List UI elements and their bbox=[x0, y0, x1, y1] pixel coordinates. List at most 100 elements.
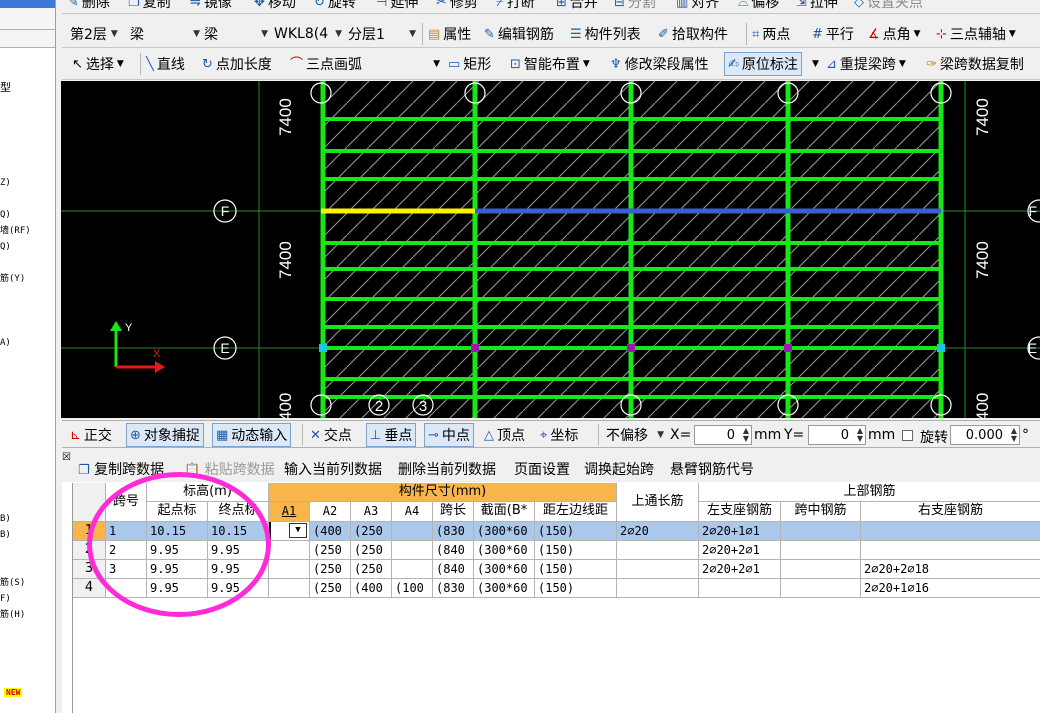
stretch-button[interactable]: ⇲ 拉伸 bbox=[796, 0, 838, 11]
x-coordinate-input[interactable]: 0 ▲ ▼ bbox=[694, 425, 752, 445]
merge-button[interactable]: ⊞ 合并 bbox=[556, 0, 598, 11]
table-cell-a4[interactable] bbox=[392, 541, 433, 560]
type-select-2[interactable]: 梁 ▼ bbox=[204, 23, 268, 45]
table-cell-len[interactable]: (840 bbox=[433, 541, 474, 560]
cantilever-code-button[interactable]: 悬臂钢筋代号 bbox=[670, 459, 754, 479]
tree-item[interactable]: A) bbox=[0, 338, 11, 349]
table-cell-section[interactable]: (300*60 bbox=[474, 522, 535, 541]
table-cell-len[interactable]: (830 bbox=[433, 579, 474, 598]
table-cell-a1[interactable] bbox=[269, 541, 310, 560]
table-cell-right[interactable]: 2⌀20+2⌀18 bbox=[861, 560, 1040, 579]
table-cell-mid[interactable] bbox=[781, 522, 861, 541]
row-header[interactable]: 4 bbox=[73, 579, 106, 598]
table-cell-end[interactable]: 9.95 bbox=[208, 579, 269, 598]
three-point-axis-button[interactable]: ⊹ 三点辅轴 ▼ bbox=[936, 22, 1016, 46]
tree-item[interactable]: B) bbox=[0, 530, 11, 541]
table-cell-span[interactable] bbox=[106, 579, 147, 598]
floor-select[interactable]: 第2层 ▼ bbox=[70, 23, 118, 45]
copy-span-button[interactable]: ❐ 复制跨数据 bbox=[78, 459, 164, 479]
break-button[interactable]: ⌿ 打断 bbox=[496, 0, 535, 11]
cad-drawing[interactable]: 7400 7400 7400 7400 400 400 F E F E 2 3 … bbox=[61, 81, 1040, 418]
table-cell-start[interactable]: 10.15 bbox=[147, 522, 208, 541]
table-cell-a2[interactable]: (250 bbox=[310, 560, 351, 579]
spin-icon[interactable]: ▲ ▼ bbox=[857, 427, 863, 443]
align-button[interactable]: ▥ 对齐 bbox=[676, 0, 719, 11]
rotate-checkbox[interactable] bbox=[902, 430, 913, 441]
paste-span-button[interactable]: 📋 粘贴跨数据 bbox=[184, 459, 275, 479]
table-cell-through[interactable] bbox=[617, 541, 699, 560]
input-column-button[interactable]: 输入当前列数据 bbox=[284, 459, 382, 479]
panel-close-icon[interactable]: ☒ bbox=[62, 452, 71, 463]
table-cell-a2[interactable]: (400 bbox=[310, 522, 351, 541]
tree-item[interactable]: Z) bbox=[0, 178, 11, 189]
table-cell-edge[interactable]: (150) bbox=[535, 560, 617, 579]
point-angle-button[interactable]: ∡ 点角 ▼ bbox=[868, 22, 921, 46]
tree-item[interactable]: 筋(Y) bbox=[0, 274, 25, 285]
row-header[interactable]: 3 bbox=[73, 560, 106, 579]
page-setup-button[interactable]: 页面设置 bbox=[514, 459, 570, 479]
table-cell-section[interactable]: (300*60 bbox=[474, 579, 535, 598]
coordinate-snap[interactable]: ⌖ 坐标 bbox=[540, 423, 578, 447]
annotation-dropdown[interactable]: ▼ bbox=[812, 52, 819, 76]
table-cell-span[interactable]: 2 bbox=[106, 541, 147, 560]
swap-start-button[interactable]: 调换起始跨 bbox=[584, 459, 654, 479]
table-cell-section[interactable]: (300*60 bbox=[474, 541, 535, 560]
table-cell-a3[interactable]: (250 bbox=[351, 522, 392, 541]
delete-button[interactable]: ✎ 删除 bbox=[68, 0, 110, 11]
table-cell-a1[interactable]: ▼ bbox=[269, 522, 310, 541]
span-data-copy-button[interactable]: ✑ 梁跨数据复制 bbox=[926, 52, 1024, 76]
span-data-grid[interactable]: 跨号 标高(m) 构件尺寸(mm) 上通长筋 上部钢筋 起点标 终点标 A1 A… bbox=[72, 483, 1040, 713]
tree-item[interactable]: Q) bbox=[0, 210, 11, 221]
split-button[interactable]: ⊟ 分割 bbox=[614, 0, 656, 11]
spin-icon[interactable]: ▲ ▼ bbox=[1011, 427, 1017, 443]
pick-component-button[interactable]: ✐ 拾取构件 bbox=[658, 22, 728, 46]
table-cell-left[interactable] bbox=[699, 579, 781, 598]
table-cell-span[interactable]: 3 bbox=[106, 560, 147, 579]
tree-item[interactable]: 筋(S) bbox=[0, 578, 25, 589]
select-button[interactable]: ↖ 选择 ▼ bbox=[72, 52, 124, 76]
table-cell-len[interactable]: (840 bbox=[433, 560, 474, 579]
header-a1[interactable]: A1 bbox=[269, 502, 310, 522]
table-cell-left[interactable]: 2⌀20+2⌀1 bbox=[699, 541, 781, 560]
perpendicular-snap[interactable]: ⊥ 垂点 bbox=[366, 423, 417, 447]
dynamic-input-toggle[interactable]: ▦ 动态输入 bbox=[212, 423, 292, 447]
mirror-button[interactable]: ⇋ 镜像 bbox=[190, 0, 232, 11]
table-cell-right[interactable] bbox=[861, 541, 1040, 560]
table-cell-right[interactable] bbox=[861, 522, 1040, 541]
cad-canvas[interactable]: 7400 7400 7400 7400 400 400 F E F E 2 3 … bbox=[61, 81, 1040, 418]
table-cell-a1[interactable] bbox=[269, 579, 310, 598]
ortho-toggle[interactable]: ⊾ 正交 bbox=[70, 423, 112, 447]
table-cell-edge[interactable]: (150) bbox=[535, 522, 617, 541]
table-cell-start[interactable]: 9.95 bbox=[147, 560, 208, 579]
smart-layout-button[interactable]: ⊡ 智能布置 ▼ bbox=[510, 52, 590, 76]
table-cell-mid[interactable] bbox=[781, 560, 861, 579]
table-cell-left[interactable]: 2⌀20+2⌀1 bbox=[699, 560, 781, 579]
table-cell-mid[interactable] bbox=[781, 541, 861, 560]
table-cell-a3[interactable]: (250 bbox=[351, 541, 392, 560]
tree-item[interactable]: F) bbox=[0, 594, 11, 605]
table-cell-a2[interactable]: (250 bbox=[310, 541, 351, 560]
spin-icon[interactable]: ▲ ▼ bbox=[743, 427, 749, 443]
three-point-arc-button[interactable]: ⌒ 三点画弧 ▼ bbox=[290, 52, 440, 76]
table-cell-right[interactable]: 2⌀20+1⌀16 bbox=[861, 579, 1040, 598]
type-select-1[interactable]: 梁 ▼ bbox=[130, 23, 200, 45]
rotate-angle-input[interactable]: 0.000 ▲ ▼ bbox=[950, 425, 1020, 445]
tree-item[interactable]: 墙(RF) bbox=[0, 226, 31, 237]
vertex-snap[interactable]: △ 顶点 bbox=[484, 423, 525, 447]
cell-dropdown-button[interactable]: ▼ bbox=[289, 523, 307, 538]
layer-select[interactable]: 分层1 ▼ bbox=[348, 23, 416, 45]
intersection-snap[interactable]: ✕ 交点 bbox=[310, 423, 352, 447]
offset-mode-select[interactable]: 不偏移 ▼ bbox=[606, 424, 664, 446]
midpoint-snap[interactable]: ⊸ 中点 bbox=[424, 423, 474, 447]
move-button[interactable]: ✥ 移动 bbox=[254, 0, 296, 11]
offset-button[interactable]: ⌓ 偏移 bbox=[738, 0, 779, 11]
row-header[interactable]: 1 bbox=[73, 522, 106, 541]
table-cell-len[interactable]: (830 bbox=[433, 522, 474, 541]
line-button[interactable]: ╲ 直线 bbox=[146, 52, 185, 76]
set-grip-button[interactable]: ◇ 设置夹点 bbox=[854, 0, 923, 11]
table-cell-end[interactable]: 10.15 bbox=[208, 522, 269, 541]
tree-item[interactable]: 型 bbox=[0, 82, 11, 93]
rectangle-button[interactable]: ▭ 矩形 bbox=[448, 52, 491, 76]
tree-item[interactable]: B) bbox=[0, 514, 11, 525]
object-snap-toggle[interactable]: ⊕ 对象捕捉 bbox=[126, 423, 204, 447]
